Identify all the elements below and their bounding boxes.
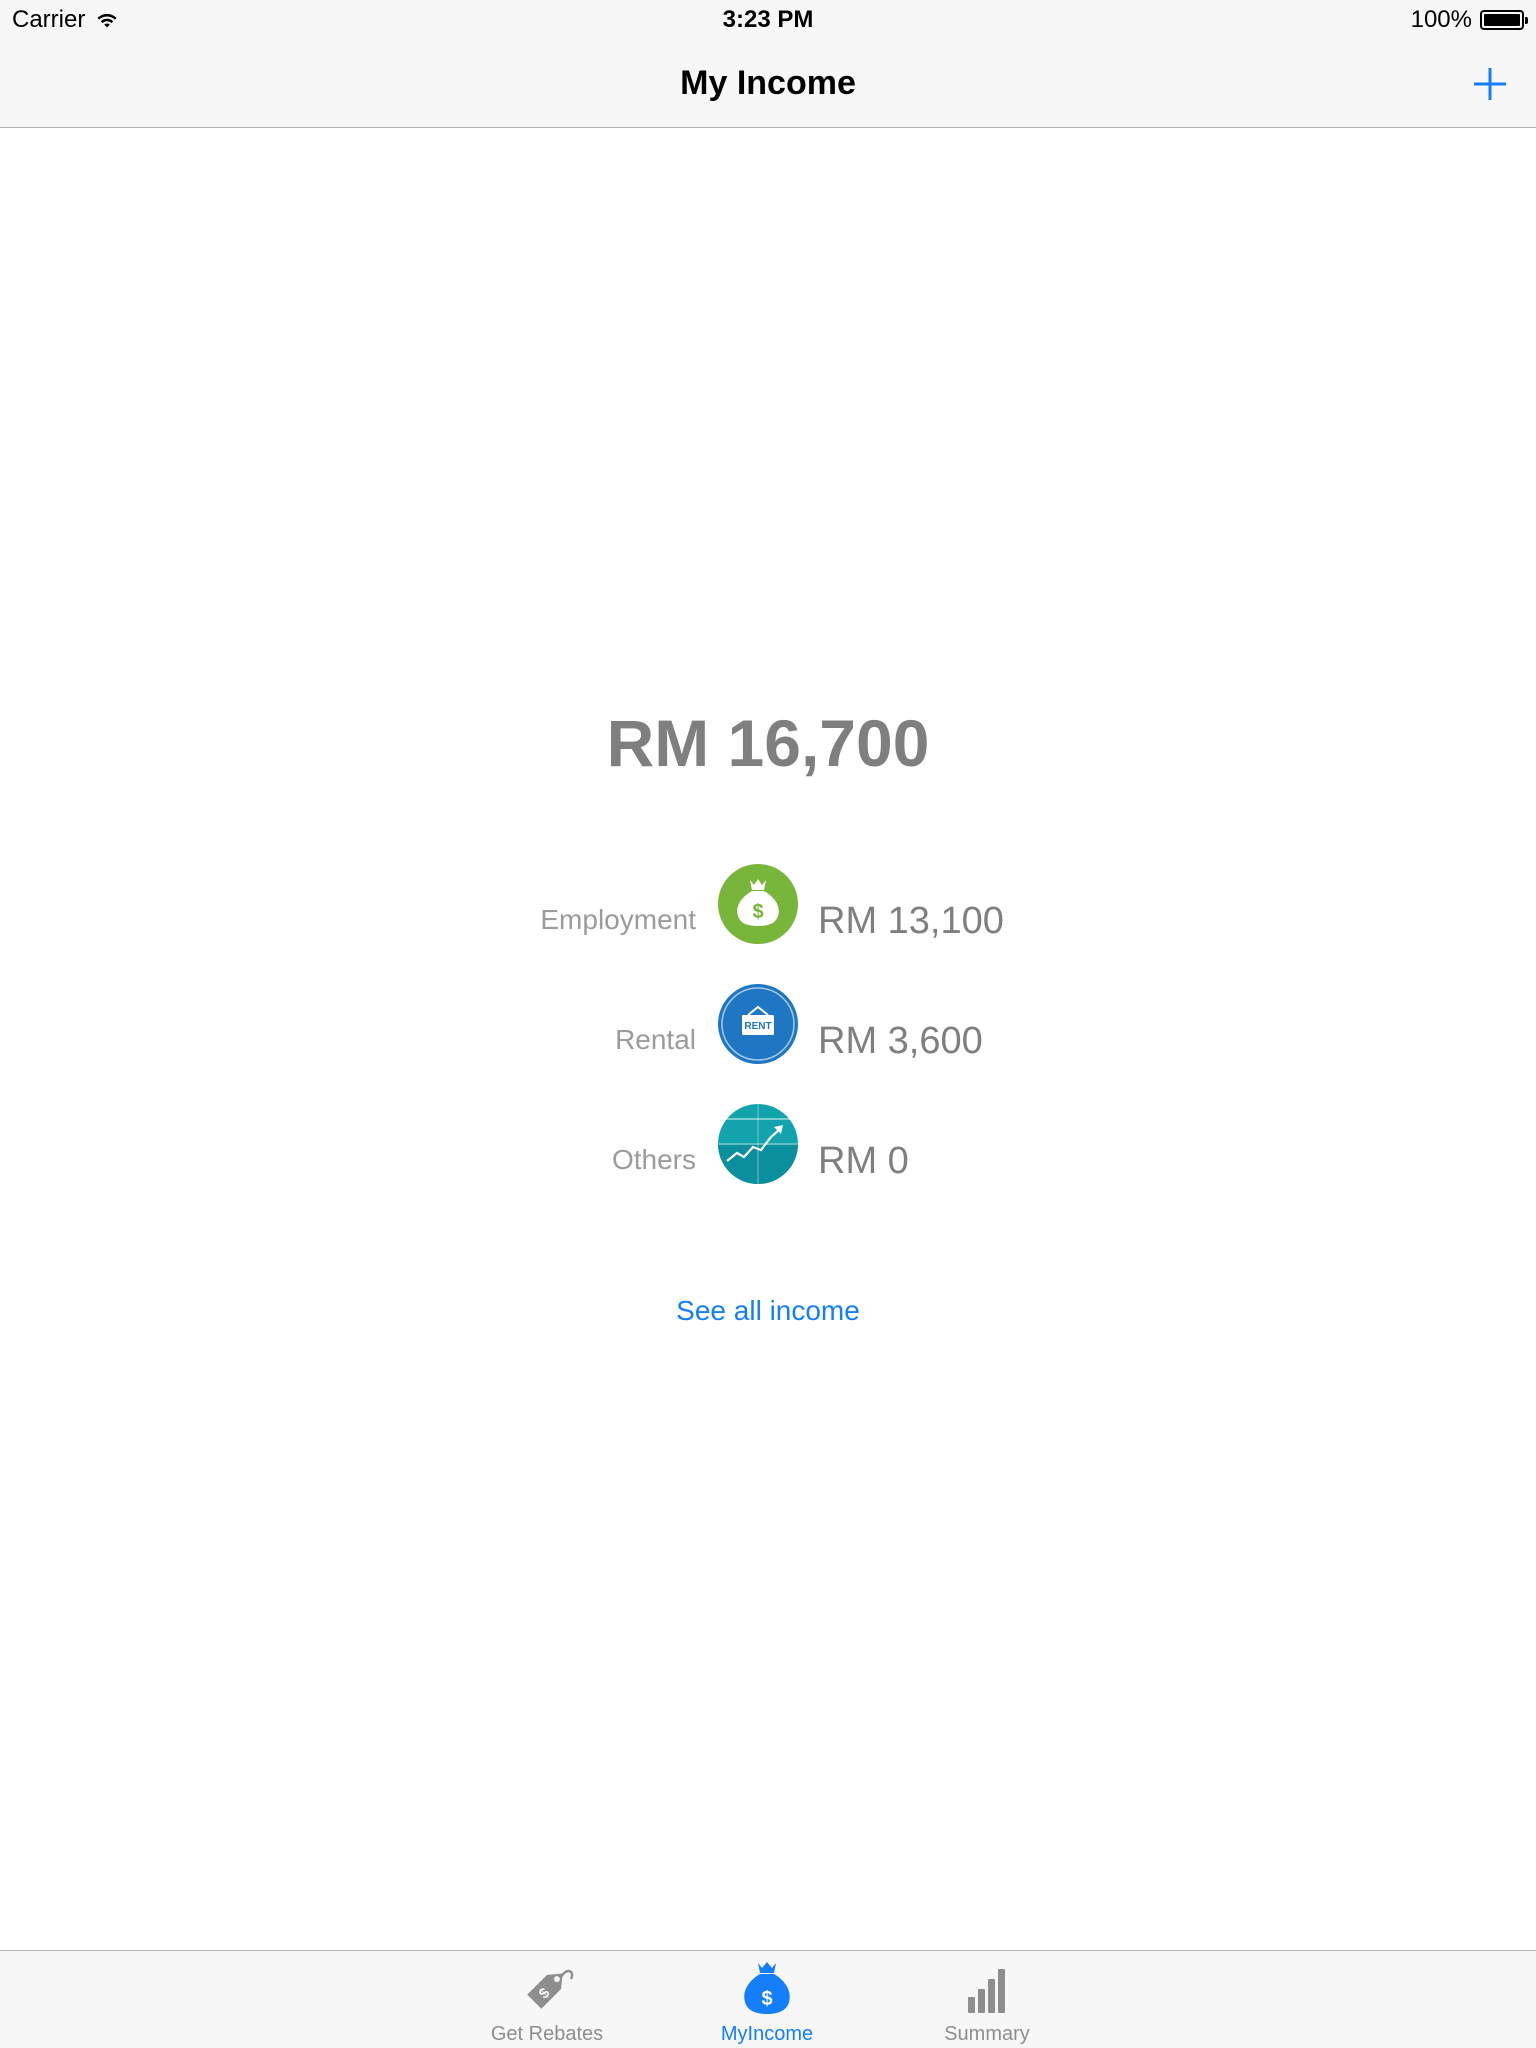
income-row-label: Others (611, 1144, 696, 1175)
income-row-label: Employment (540, 904, 696, 935)
navigation-bar: My Income (0, 40, 1536, 128)
tab-label: MyIncome (720, 2023, 814, 2045)
income-row-amount: RM 3,600 (818, 1020, 983, 1062)
tab-label: Get Rebates (490, 2023, 604, 2045)
total-income: RM 16,700 (606, 706, 930, 780)
money-bag-icon: $ (744, 1962, 790, 2014)
income-row-others[interactable]: Others RM 0 (0, 1100, 1536, 1220)
income-row-amount: RM 13,100 (818, 900, 1004, 942)
income-row-employment[interactable]: Employment $ RM 13,100 (0, 860, 1536, 980)
see-all-income-link[interactable]: See all income (0, 1295, 1536, 1327)
tab-label: Summary (944, 2023, 1030, 2045)
money-bag-icon: $ (718, 864, 798, 944)
status-right: 100% (1410, 6, 1528, 34)
income-row-label: Rental (615, 1024, 696, 1055)
svg-text:$: $ (752, 901, 763, 923)
page-title: My Income (680, 64, 856, 102)
battery-icon (1480, 10, 1528, 30)
tab-summary[interactable]: Summary (907, 1951, 1067, 2048)
tab-get-rebates[interactable]: $ Get Rebates (467, 1951, 627, 2048)
income-row-amount: RM 0 (818, 1140, 909, 1182)
status-bar: Carrier 3:23 PM 100% (0, 0, 1536, 40)
plus-icon (1474, 68, 1506, 100)
battery-fill (1484, 14, 1520, 26)
add-income-button[interactable] (1468, 62, 1512, 106)
svg-text:$: $ (761, 1988, 772, 2010)
income-breakdown: Employment $ RM 13,100 Rental RENT RM 3,… (0, 860, 1536, 1220)
bar-chart-icon (968, 1969, 1005, 2013)
rent-sign-icon: RENT (718, 984, 798, 1064)
svg-text:RENT: RENT (744, 1021, 771, 1032)
growth-chart-icon (718, 1104, 798, 1184)
tab-myincome[interactable]: $ MyIncome (687, 1951, 847, 2048)
income-row-rental[interactable]: Rental RENT RM 3,600 (0, 980, 1536, 1100)
status-time: 3:23 PM (722, 6, 814, 33)
tab-bar: $ Get Rebates $ MyIncome Summary (0, 1950, 1536, 2048)
screen: Carrier 3:23 PM 100% My Income RM 16,700 (0, 0, 1536, 2048)
battery-percent: 100% (1410, 6, 1472, 33)
price-tag-icon: $ (527, 1969, 574, 2009)
